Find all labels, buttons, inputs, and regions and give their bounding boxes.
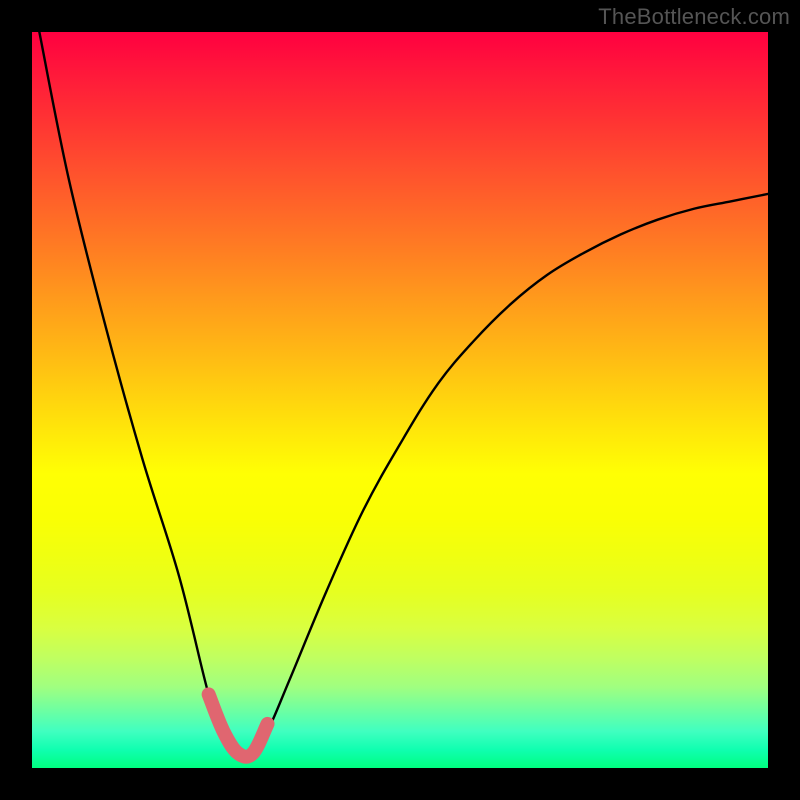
- highlight-curve-path: [209, 694, 268, 756]
- main-curve-path: [39, 32, 768, 756]
- chart-plot-area: [32, 32, 768, 768]
- watermark-text: TheBottleneck.com: [598, 4, 790, 30]
- curve-svg: [32, 32, 768, 768]
